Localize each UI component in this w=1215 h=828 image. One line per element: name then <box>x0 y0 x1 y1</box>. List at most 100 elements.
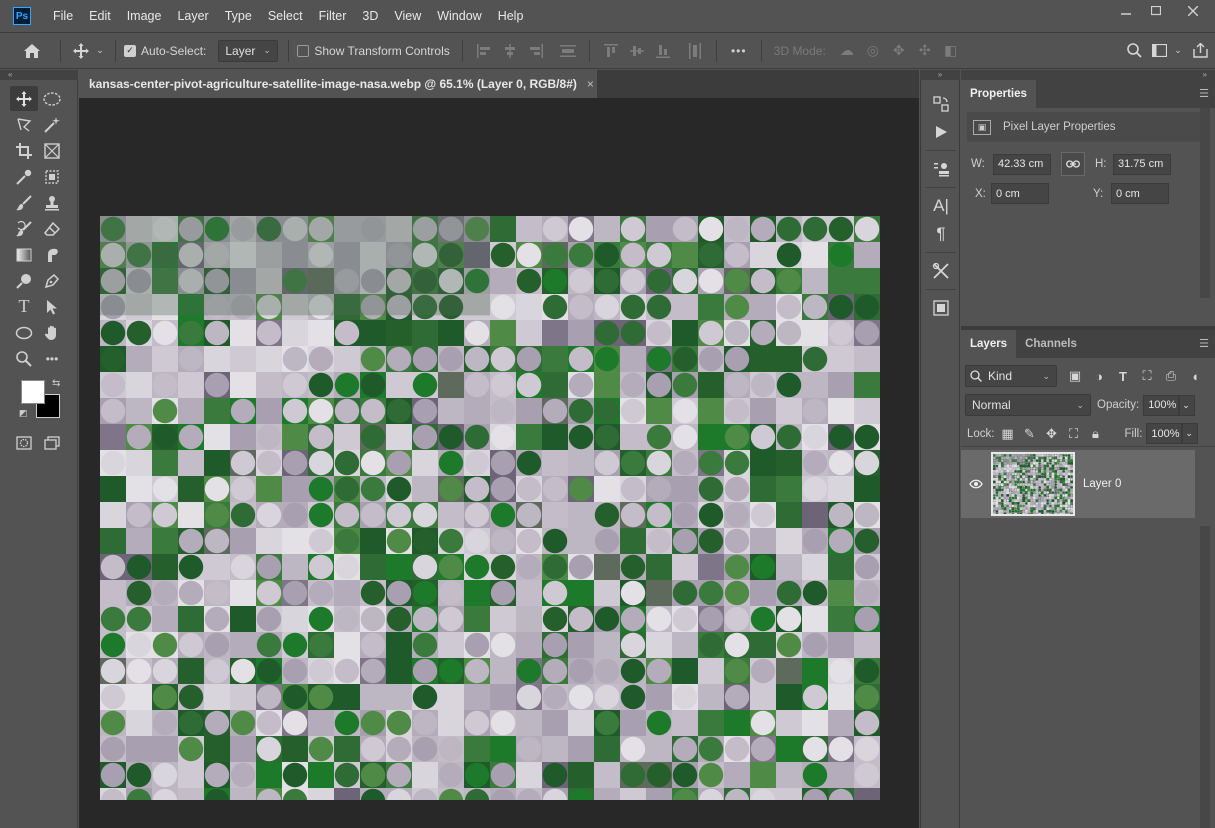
more-options-button[interactable]: ••• <box>725 39 753 63</box>
actions-panel-button[interactable] <box>921 118 961 146</box>
frame-tool[interactable] <box>38 138 66 163</box>
hand-tool[interactable] <box>38 320 66 345</box>
properties-scrollbar[interactable] <box>1200 108 1210 298</box>
path-selection-tool[interactable] <box>38 294 66 319</box>
magic-wand-tool[interactable] <box>38 112 66 137</box>
lock-position-icon[interactable]: ✥ <box>1041 426 1063 442</box>
search-button[interactable] <box>1121 39 1147 63</box>
lock-transparent-icon[interactable]: ▦ <box>997 426 1019 442</box>
adjustments-panel-button[interactable] <box>921 155 961 183</box>
lasso-tool[interactable] <box>10 112 38 137</box>
eraser-tool[interactable] <box>38 216 66 241</box>
x-field[interactable]: 0 cm <box>991 183 1049 204</box>
lock-all-icon[interactable]: 🔒︎ <box>1085 426 1107 442</box>
width-field[interactable]: 42.33 cm <box>993 153 1051 175</box>
pen-tool[interactable] <box>38 268 66 293</box>
filter-pixel-icon[interactable]: ▣ <box>1063 368 1087 384</box>
lock-artboard-icon[interactable]: ⛶ <box>1063 426 1085 442</box>
3d-orbit-icon[interactable]: ☁ <box>834 42 860 59</box>
move-tool[interactable] <box>10 86 38 111</box>
lock-image-icon[interactable]: ✎ <box>1019 426 1041 442</box>
menu-type[interactable]: Type <box>217 0 260 32</box>
document-image[interactable] <box>100 216 880 800</box>
show-transform-checkbox[interactable] <box>297 44 310 57</box>
panel-menu-icon[interactable]: ☰ <box>1199 87 1209 100</box>
home-button[interactable] <box>12 39 52 63</box>
menu-file[interactable]: File <box>45 0 81 32</box>
layer-row[interactable]: Layer 0 <box>961 450 1195 518</box>
foreground-color-swatch[interactable] <box>21 380 45 404</box>
chevron-down-icon[interactable]: ⌄ <box>93 39 107 63</box>
menu-select[interactable]: Select <box>260 0 311 32</box>
filter-toggle-icon[interactable]: ◖ <box>1183 369 1207 384</box>
filter-kind-dropdown[interactable]: Kind ⌄ <box>965 365 1057 387</box>
align-horizontal-centers-button[interactable] <box>497 39 523 63</box>
menu-image[interactable]: Image <box>119 0 170 32</box>
close-document-icon[interactable]: × <box>587 77 594 91</box>
paragraph-panel-button[interactable]: ¶ <box>921 220 961 248</box>
ellipse-tool[interactable] <box>10 320 38 345</box>
menu-window[interactable]: Window <box>429 0 489 32</box>
zoom-tool[interactable] <box>10 346 38 371</box>
tab-layers[interactable]: Layers <box>961 330 1017 358</box>
brush-tool[interactable] <box>10 190 38 215</box>
panel-menu-icon[interactable]: ☰ <box>1199 337 1209 350</box>
filter-adjustment-icon[interactable]: ◑ <box>1087 369 1111 384</box>
canvas-area[interactable] <box>79 98 919 828</box>
align-left-edges-button[interactable] <box>471 39 497 63</box>
distribute-vertical-button[interactable] <box>555 39 581 63</box>
smudge-tool[interactable] <box>38 242 66 267</box>
spot-healing-tool[interactable] <box>38 164 66 189</box>
tab-properties[interactable]: Properties <box>961 80 1036 108</box>
menu-filter[interactable]: Filter <box>311 0 355 32</box>
distribute-horizontal-button[interactable] <box>682 39 708 63</box>
clone-stamp-tool[interactable] <box>38 190 66 215</box>
visibility-eye-icon[interactable] <box>961 477 991 492</box>
menu-view[interactable]: View <box>386 0 429 32</box>
menu-help[interactable]: Help <box>490 0 532 32</box>
menu-edit[interactable]: Edit <box>81 0 119 32</box>
document-tab[interactable]: kansas-center-pivot-agriculture-satellit… <box>79 70 597 98</box>
menu-3d[interactable]: 3D <box>354 0 386 32</box>
character-panel-button[interactable]: A| <box>921 192 961 220</box>
quick-mask-button[interactable] <box>10 430 38 455</box>
opacity-field[interactable]: 100% <box>1143 394 1180 416</box>
maximize-button[interactable] <box>1141 0 1171 22</box>
swap-colors-icon[interactable]: ⇆ <box>52 378 60 389</box>
align-bottom-edges-button[interactable] <box>650 39 676 63</box>
align-vertical-centers-button[interactable] <box>624 39 650 63</box>
fill-field[interactable]: 100% <box>1146 423 1183 444</box>
3d-pan-icon[interactable]: ✥ <box>886 42 912 59</box>
libraries-panel-button[interactable] <box>921 294 961 322</box>
close-window-button[interactable] <box>1171 0 1215 22</box>
3d-roll-icon[interactable]: ◎ <box>860 42 886 59</box>
chevron-down-icon[interactable]: ⌄ <box>1171 39 1185 63</box>
default-colors-icon[interactable]: ◩ <box>19 408 28 419</box>
layers-scrollbar[interactable] <box>1200 526 1210 828</box>
filter-type-icon[interactable]: T <box>1111 369 1135 384</box>
filter-smart-object-icon[interactable]: ⎙ <box>1159 368 1183 384</box>
dodge-tool[interactable] <box>10 268 38 293</box>
history-panel-button[interactable] <box>921 90 961 118</box>
align-right-edges-button[interactable] <box>523 39 549 63</box>
height-field[interactable]: 31.75 cm <box>1113 153 1171 175</box>
panel-collapse-button[interactable]: » <box>920 70 960 80</box>
blend-mode-dropdown[interactable]: Normal ⌄ <box>965 394 1091 416</box>
3d-slide-icon[interactable]: ✣ <box>912 42 938 59</box>
opacity-dropdown[interactable]: ⌄ <box>1179 394 1196 416</box>
type-tool[interactable]: T <box>10 294 38 319</box>
3d-camera-icon[interactable]: ◧ <box>938 42 964 59</box>
elliptical-marquee-tool[interactable] <box>38 86 66 111</box>
crop-tool[interactable] <box>10 138 38 163</box>
edit-toolbar-button[interactable]: ••• <box>38 346 66 371</box>
workspace-button[interactable] <box>1147 39 1171 63</box>
align-top-edges-button[interactable] <box>598 39 624 63</box>
y-field[interactable]: 0 cm <box>1111 183 1169 204</box>
menu-layer[interactable]: Layer <box>169 0 216 32</box>
screen-mode-button[interactable] <box>38 430 66 455</box>
tab-channels[interactable]: Channels <box>1016 330 1086 358</box>
auto-select-checkbox[interactable]: ✓ <box>124 44 136 57</box>
fill-dropdown[interactable]: ⌄ <box>1182 423 1199 444</box>
share-button[interactable] <box>1185 39 1215 63</box>
panel-expand-button[interactable]: » <box>961 70 1215 80</box>
